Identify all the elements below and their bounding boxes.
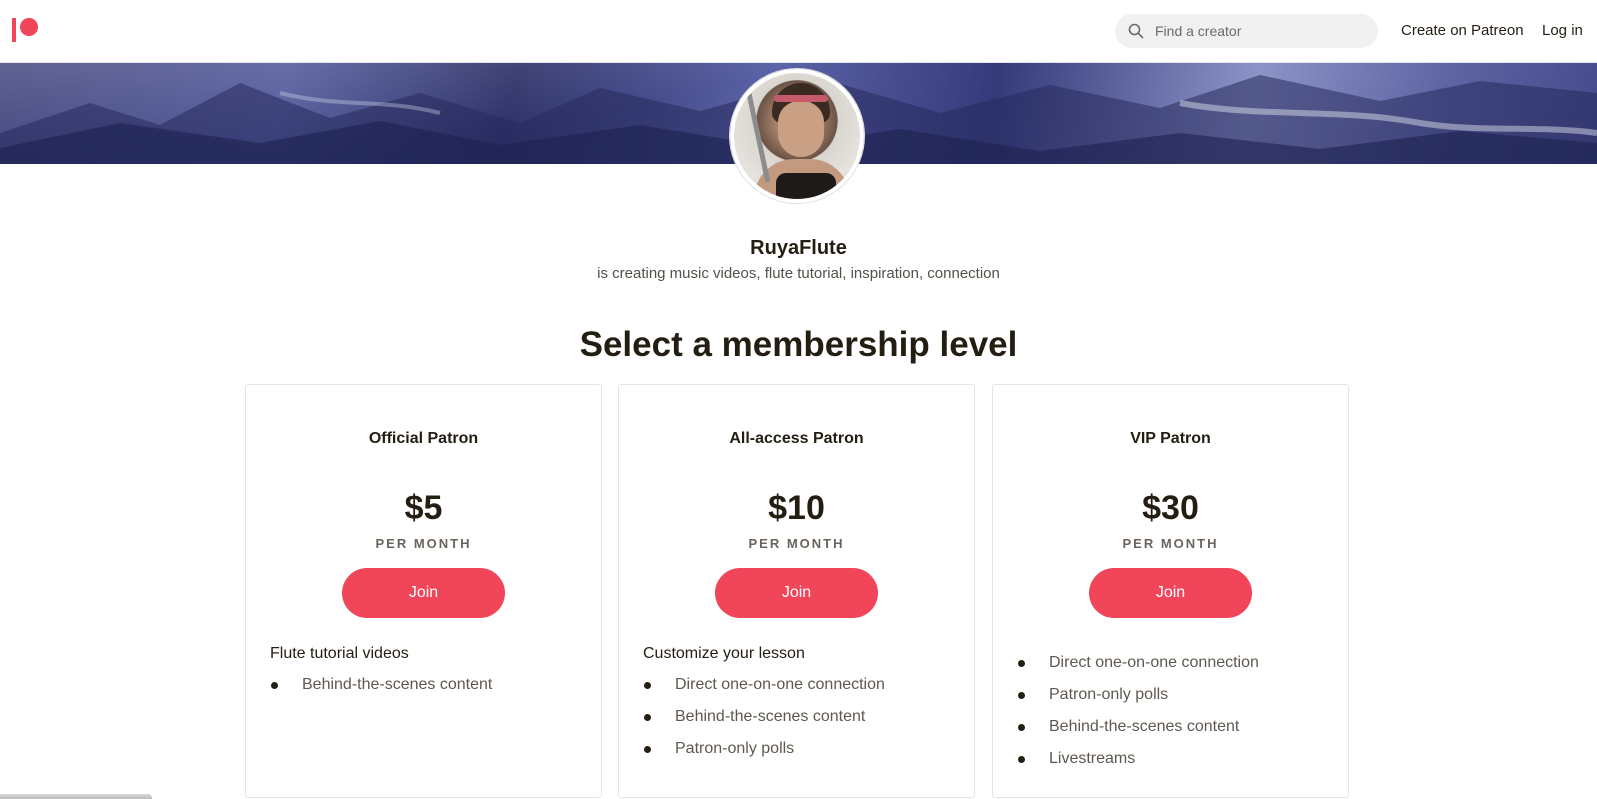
benefit-label: Livestreams	[1049, 750, 1136, 767]
benefit-label: Behind-the-scenes content	[1049, 718, 1240, 735]
bullet-icon	[1018, 692, 1025, 699]
benefit-list: Direct one-on-one connection Behind-the-…	[643, 675, 885, 771]
tier-price: $30	[1142, 489, 1199, 527]
bullet-icon	[1018, 756, 1025, 763]
benefit-list: Behind-the-scenes content	[270, 675, 492, 707]
creator-tagline: is creating music videos, flute tutorial…	[597, 265, 1000, 282]
bottom-left-overlay	[0, 794, 152, 799]
join-button-vip-patron[interactable]: Join	[1089, 568, 1252, 618]
tier-price: $5	[404, 489, 443, 527]
tier-name: Official Patron	[368, 430, 479, 447]
benefit-label: Behind-the-scenes content	[302, 676, 493, 693]
search-icon	[1119, 14, 1153, 48]
join-button-official-patron[interactable]: Join	[342, 568, 505, 618]
logo-dot	[20, 18, 38, 36]
search-box[interactable]	[1115, 14, 1378, 48]
bullet-icon	[271, 682, 278, 689]
avatar-face	[778, 101, 824, 157]
login-link[interactable]: Log in	[1542, 22, 1583, 39]
tier-description: Flute tutorial videos	[270, 645, 409, 662]
tier-period: PER MONTH	[1122, 536, 1219, 551]
benefit-item: Direct one-on-one connection	[1017, 653, 1259, 685]
top-nav: Create on Patreon Log in	[0, 0, 1597, 63]
membership-section-title: Select a membership level	[579, 325, 1018, 364]
benefit-list: Direct one-on-one connection Patron-only…	[1017, 653, 1259, 781]
tier-card-vip-patron: VIP Patron $30 PER MONTH Join Direct one…	[992, 384, 1349, 798]
bullet-icon	[1018, 724, 1025, 731]
tier-period: PER MONTH	[375, 536, 472, 551]
benefit-item: Patron-only polls	[1017, 685, 1259, 717]
benefit-item: Behind-the-scenes content	[270, 675, 492, 707]
join-button-all-access-patron[interactable]: Join	[715, 568, 878, 618]
create-on-patreon-link[interactable]: Create on Patreon	[1401, 22, 1524, 39]
avatar-flute	[746, 93, 771, 183]
tier-description: Customize your lesson	[643, 645, 805, 662]
tier-price: $10	[768, 489, 825, 527]
creator-avatar	[730, 69, 864, 203]
benefit-item: Patron-only polls	[643, 739, 885, 771]
benefit-label: Direct one-on-one connection	[675, 676, 885, 693]
logo-bar	[12, 18, 16, 42]
benefit-item: Behind-the-scenes content	[1017, 717, 1259, 749]
avatar-headband	[774, 95, 828, 102]
benefit-label: Patron-only polls	[1049, 686, 1169, 703]
tier-card-all-access-patron: All-access Patron $10 PER MONTH Join Cus…	[618, 384, 975, 798]
bullet-icon	[644, 746, 651, 753]
benefit-item: Livestreams	[1017, 749, 1259, 781]
avatar-top	[776, 173, 836, 199]
patreon-logo[interactable]	[12, 18, 40, 42]
tier-card-official-patron: Official Patron $5 PER MONTH Join Flute …	[245, 384, 602, 798]
tier-name: VIP Patron	[1130, 430, 1211, 447]
benefit-label: Patron-only polls	[675, 740, 795, 757]
benefit-label: Behind-the-scenes content	[675, 708, 866, 725]
benefit-label: Direct one-on-one connection	[1049, 654, 1259, 671]
bullet-icon	[1018, 660, 1025, 667]
creator-name: RuyaFlute	[750, 237, 847, 259]
benefit-item: Behind-the-scenes content	[643, 707, 885, 739]
tier-name: All-access Patron	[729, 430, 864, 447]
search-input[interactable]	[1155, 16, 1365, 46]
benefit-item: Direct one-on-one connection	[643, 675, 885, 707]
bullet-icon	[644, 682, 651, 689]
bullet-icon	[644, 714, 651, 721]
tier-period: PER MONTH	[748, 536, 845, 551]
